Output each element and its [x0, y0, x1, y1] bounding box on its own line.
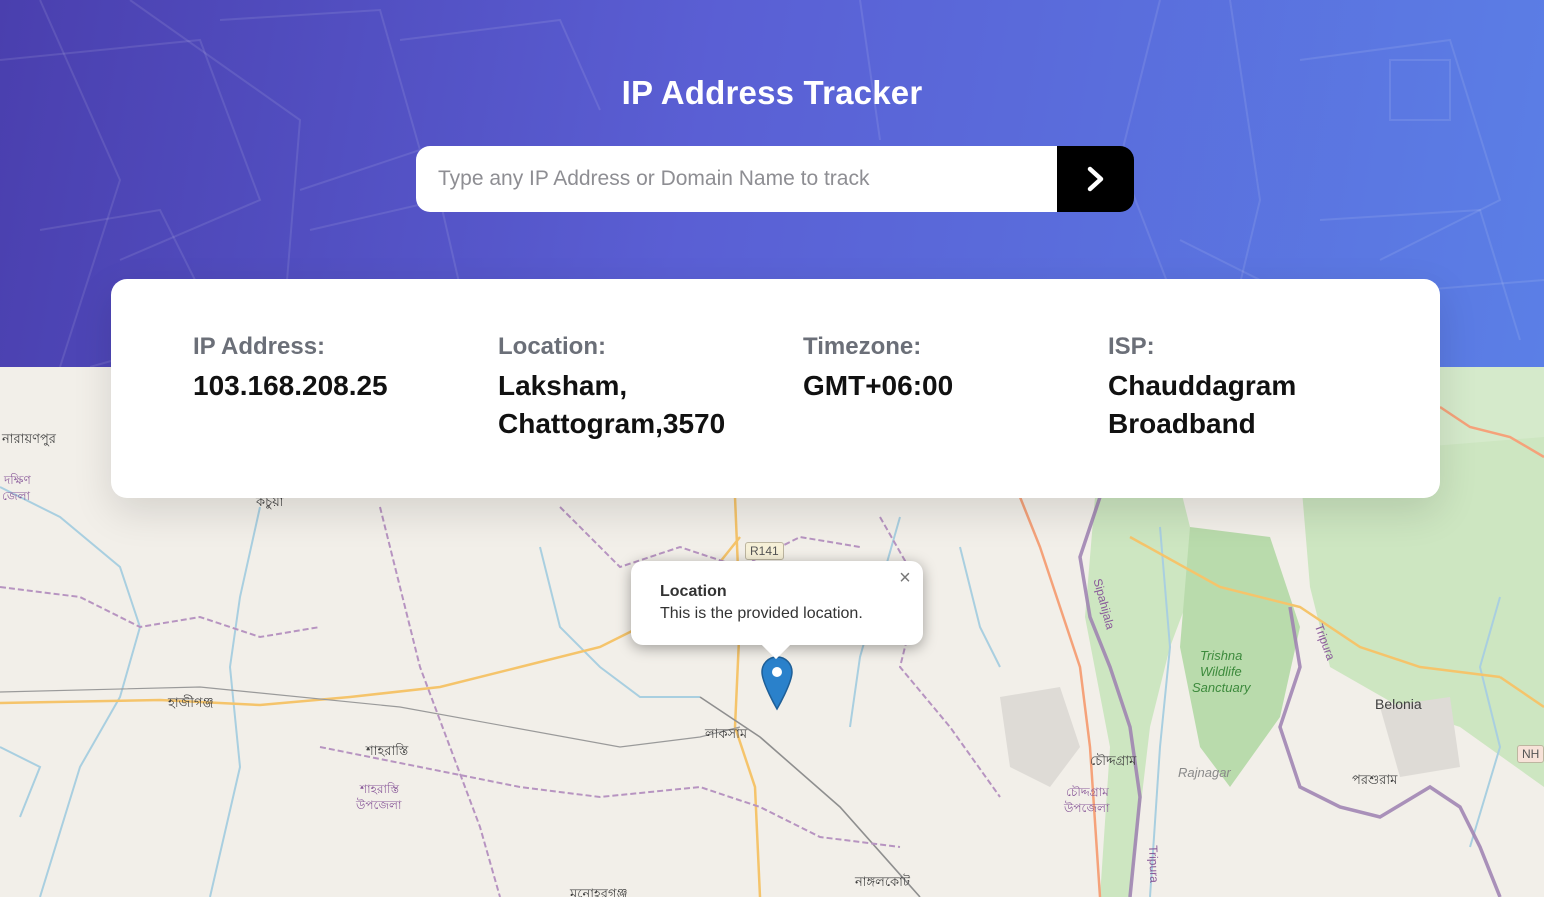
timezone-value: GMT+06:00 — [803, 370, 954, 401]
map-label: নাঙ্গলকোট — [855, 874, 911, 889]
map-label: Wildlife — [1200, 664, 1242, 679]
location-marker-icon[interactable] — [760, 655, 794, 711]
map-label: চৌদ্দগ্রাম — [1090, 753, 1137, 768]
location-section: Location: Laksham, Chattogram,3570 — [498, 333, 778, 443]
chevron-right-icon — [1087, 166, 1103, 192]
map-label: মনোহরগঞ্জ — [570, 886, 628, 897]
timezone-section: Timezone: GMT+06:00 — [803, 333, 1083, 405]
location-popup: Location This is the provided location. … — [631, 561, 923, 660]
road-shield: NH — [1517, 745, 1544, 763]
location-value-line1: Laksham, — [498, 370, 628, 401]
map-label: Sanctuary — [1192, 680, 1251, 695]
map-label: উপজেলা — [1064, 801, 1110, 815]
isp-value-line2: Broadband — [1108, 408, 1256, 439]
map-label: Rajnagar — [1178, 765, 1231, 780]
map-label: শাহরাস্তি — [366, 743, 409, 758]
search-submit-button[interactable] — [1057, 146, 1134, 212]
ip-address-section: IP Address: 103.168.208.25 — [193, 333, 473, 405]
map-label: Trishna — [1200, 648, 1243, 663]
location-value-line2: Chattogram,3570 — [498, 408, 726, 439]
map-label: পরশুরাম — [1352, 772, 1398, 787]
map-label: Belonia — [1375, 696, 1422, 712]
map-label: লাকসাম — [705, 726, 748, 741]
map-label: নারায়ণপুর — [2, 431, 56, 446]
close-icon[interactable]: × — [895, 567, 915, 590]
map-label: উপজেলা — [356, 798, 402, 812]
popup-text: This is the provided location. — [660, 605, 863, 622]
location-label: Location: — [498, 333, 606, 360]
ip-search-input[interactable] — [416, 146, 1057, 212]
map-label: হাজীগঞ্জ — [168, 695, 214, 710]
timezone-label: Timezone: — [803, 333, 922, 360]
ip-info-card: IP Address: 103.168.208.25 Location: Lak… — [111, 279, 1440, 498]
isp-section: ISP: Chauddagram Broadband — [1108, 333, 1388, 443]
isp-value-line1: Chauddagram — [1108, 370, 1297, 401]
page-title: IP Address Tracker — [621, 74, 923, 111]
map-label: Tripura — [1146, 845, 1162, 884]
map-label: জেলা — [2, 489, 31, 503]
popup-title: Location — [660, 583, 727, 600]
page: IP Address Tracker Type any IP Address o… — [0, 0, 1544, 897]
road-shield: R141 — [745, 542, 784, 560]
isp-label: ISP: — [1108, 333, 1155, 360]
ip-address-value: 103.168.208.25 — [193, 370, 388, 401]
ip-address-label: IP Address: — [193, 333, 326, 360]
search-bar — [416, 146, 1134, 212]
